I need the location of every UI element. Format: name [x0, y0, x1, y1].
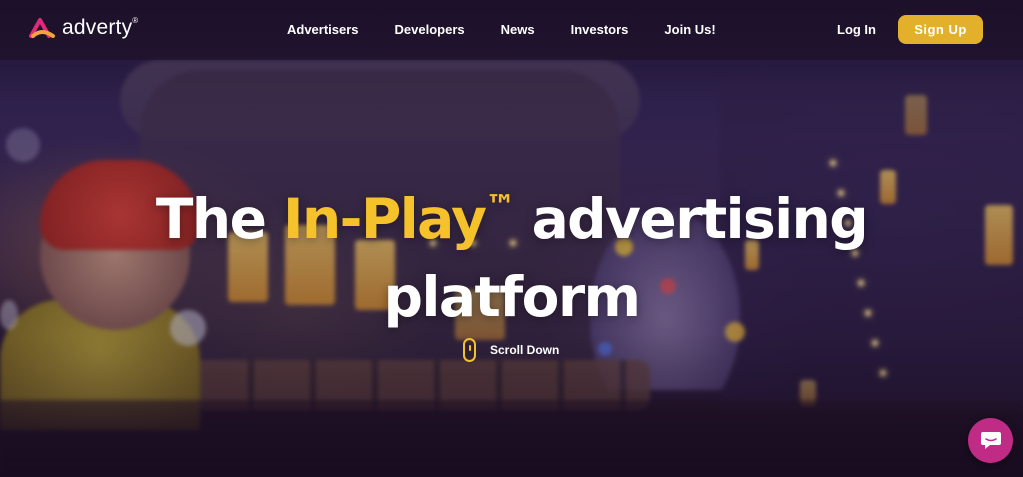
hero-headline: The In-Play™ advertising platform	[0, 168, 1023, 336]
adverty-logo-icon	[29, 18, 55, 38]
headline-accent: In-Play™	[283, 187, 515, 251]
trademark-symbol: ™	[485, 189, 515, 224]
headline-prefix: The	[155, 187, 284, 251]
brand-name: adverty®	[62, 16, 139, 39]
headline-line2: platform	[383, 265, 641, 329]
chat-widget-button[interactable]	[968, 418, 1013, 463]
nav-link-join-us[interactable]: Join Us!	[664, 22, 715, 37]
nav-link-advertisers[interactable]: Advertisers	[287, 22, 359, 37]
nav-link-news[interactable]: News	[501, 22, 535, 37]
nav-link-developers[interactable]: Developers	[395, 22, 465, 37]
scroll-down-label: Scroll Down	[490, 343, 560, 357]
scroll-down-link[interactable]: Scroll Down	[463, 338, 559, 362]
nav-links: Advertisers Developers News Investors Jo…	[287, 22, 752, 37]
mouse-icon	[463, 338, 476, 362]
signup-button[interactable]: Sign Up	[898, 15, 983, 44]
hero-section: adverty® Advertisers Developers News Inv…	[0, 0, 1023, 477]
top-navigation: adverty® Advertisers Developers News Inv…	[0, 0, 1023, 60]
registered-mark: ®	[132, 16, 139, 25]
login-link[interactable]: Log In	[837, 22, 876, 37]
chat-bubble-icon	[980, 431, 1001, 449]
brand-logo[interactable]: adverty®	[28, 16, 138, 40]
headline-line1-suffix: advertising	[513, 187, 869, 251]
nav-link-investors[interactable]: Investors	[571, 22, 629, 37]
